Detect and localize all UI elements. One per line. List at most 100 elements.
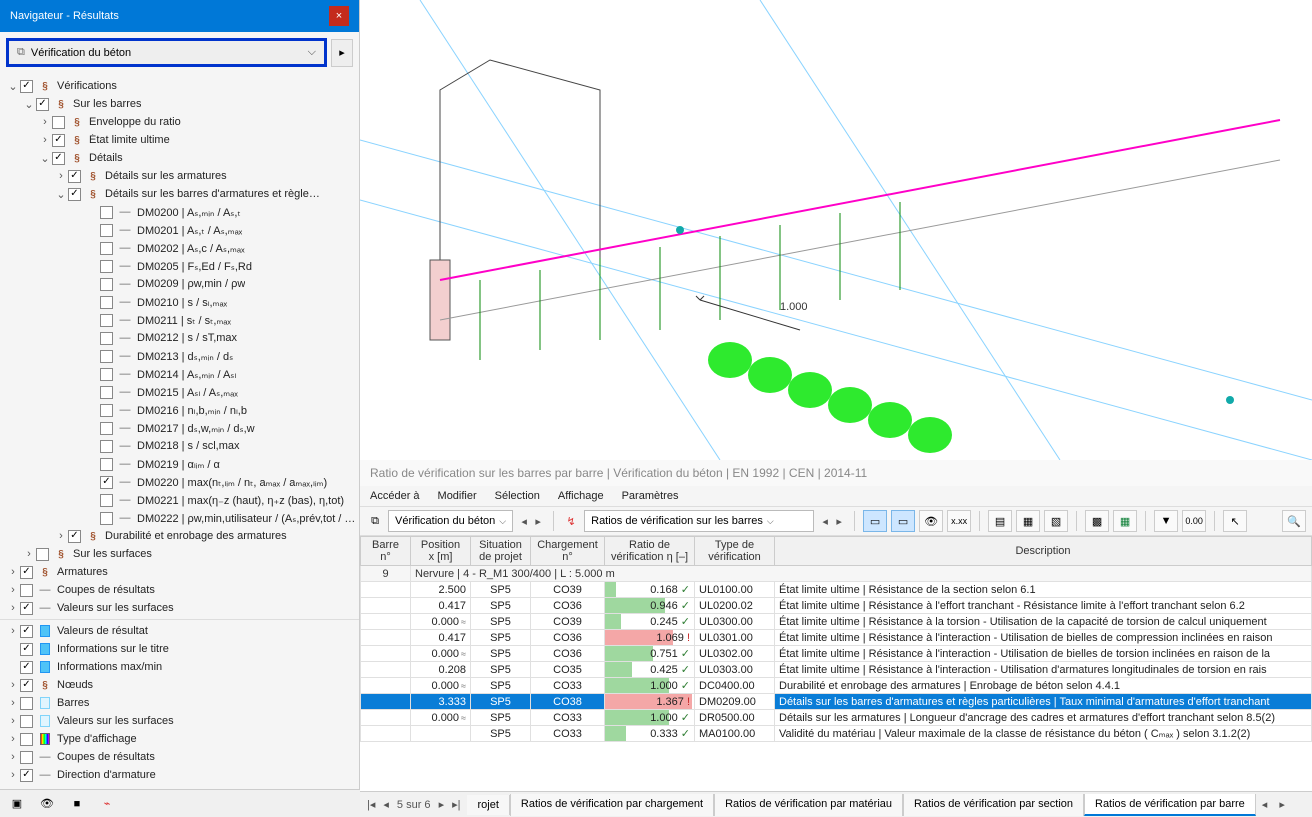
checkbox[interactable]: [100, 404, 113, 417]
checkbox[interactable]: [68, 170, 81, 183]
checkbox[interactable]: [100, 440, 113, 453]
tool-collapse-button[interactable]: ▦: [1016, 510, 1040, 532]
results-tab[interactable]: Ratios de vérification par matériau: [714, 794, 903, 816]
checkbox[interactable]: [100, 206, 113, 219]
checkbox[interactable]: [20, 715, 33, 728]
expand-icon[interactable]: ›: [6, 584, 20, 596]
checkbox[interactable]: [100, 458, 113, 471]
tree-item[interactable]: ⌄§Vérifications: [0, 77, 359, 95]
next-button[interactable]: ▸: [531, 510, 545, 532]
tree-item[interactable]: ›Barres: [0, 694, 359, 712]
tree-item[interactable]: ›§Durabilité et enrobage des armatures: [0, 527, 359, 545]
collapse-icon[interactable]: ⌄: [22, 98, 36, 111]
tree-item[interactable]: —DM0211 | sₜ / sₜ,ₘₐₓ: [0, 311, 359, 329]
expand-icon[interactable]: ›: [6, 697, 20, 709]
col-ratio[interactable]: Ratio de vérification η [–]: [605, 537, 695, 566]
menu-affichage[interactable]: Affichage: [558, 490, 604, 502]
checkbox[interactable]: [20, 566, 33, 579]
checkbox[interactable]: [52, 116, 65, 129]
collapse-icon[interactable]: ⌄: [6, 80, 20, 93]
col-position[interactable]: Position x [m]: [411, 537, 471, 566]
collapse-icon[interactable]: ⌄: [54, 188, 68, 201]
results-ratio-select[interactable]: Ratios de vérification sur les barres ⌵: [584, 510, 814, 532]
close-icon[interactable]: ×: [329, 6, 349, 26]
checkbox[interactable]: [20, 769, 33, 782]
checkbox[interactable]: [20, 643, 33, 656]
checkbox[interactable]: [100, 242, 113, 255]
checkbox[interactable]: [100, 278, 113, 291]
expand-icon[interactable]: ›: [6, 751, 20, 763]
tree-item[interactable]: —DM0221 | max(η₋z (haut), η₊z (bas), η,t…: [0, 491, 359, 509]
checkbox[interactable]: [20, 697, 33, 710]
model-viewport[interactable]: 1.000: [360, 0, 1312, 460]
tree-item[interactable]: ›—Coupes de résultats: [0, 581, 359, 599]
table-group-row[interactable]: 9Nervure | 4 - R_M1 300/400 | L : 5.000 …: [361, 566, 1312, 582]
tree-item[interactable]: ⌄§Détails sur les barres d'armatures et …: [0, 185, 359, 203]
expand-icon[interactable]: ›: [6, 625, 20, 637]
expand-icon[interactable]: ›: [6, 715, 20, 727]
tree-item[interactable]: —DM0217 | dₛ,w,ₘᵢₙ / dₛ,w: [0, 419, 359, 437]
tree-item[interactable]: —DM0220 | max(nₜ,ₗᵢₘ / nₜ, aₘₐₓ / aₘₐₓ,ₗ…: [0, 473, 359, 491]
first-page-button[interactable]: |◂: [364, 798, 378, 811]
checkbox[interactable]: [100, 296, 113, 309]
table-row[interactable]: 2.500SP5CO390.168 ✓UL0100.00État limite …: [361, 582, 1312, 598]
tree-item[interactable]: —DM0218 | s / scl,max: [0, 437, 359, 455]
tree-item[interactable]: ›§État limite ultime: [0, 131, 359, 149]
tree-item[interactable]: ⌄§Sur les barres: [0, 95, 359, 113]
expand-icon[interactable]: ›: [54, 170, 68, 182]
tree-item[interactable]: ›§Nœuds: [0, 676, 359, 694]
menu-accéder à[interactable]: Accéder à: [370, 490, 420, 502]
results-check-select[interactable]: Vérification du béton ⌵: [388, 510, 513, 532]
col-description[interactable]: Description: [775, 537, 1312, 566]
tree-item[interactable]: ›Valeurs de résultat: [0, 622, 359, 640]
tree-item[interactable]: ›—Direction d'armature: [0, 766, 359, 784]
tree-item[interactable]: —DM0209 | ρw,min / ρw: [0, 275, 359, 293]
collapse-icon[interactable]: ⌄: [38, 152, 52, 165]
table-row[interactable]: 0.417SP5CO361.069 !UL0301.00État limite …: [361, 630, 1312, 646]
checkbox[interactable]: [100, 260, 113, 273]
checkbox[interactable]: [100, 332, 113, 345]
tree-item[interactable]: Informations max/min: [0, 658, 359, 676]
tree-item[interactable]: —DM0214 | Aₛ,ₘᵢₙ / Aₛₗ: [0, 365, 359, 383]
table-row[interactable]: SP5CO330.333 ✓MA0100.00Validité du matér…: [361, 726, 1312, 742]
tool-excel-button[interactable]: ▦: [1113, 510, 1137, 532]
tabs-scroll-right[interactable]: ▸: [1273, 798, 1291, 811]
checkbox[interactable]: [100, 224, 113, 237]
checkbox[interactable]: [68, 530, 81, 543]
tree-item[interactable]: ›§Enveloppe du ratio: [0, 113, 359, 131]
col-chargement[interactable]: Chargement n°: [531, 537, 605, 566]
checkbox[interactable]: [20, 584, 33, 597]
tree-item[interactable]: ›§Détails sur les armatures: [0, 167, 359, 185]
expand-icon[interactable]: ›: [22, 548, 36, 560]
expand-icon[interactable]: ›: [6, 566, 20, 578]
navigator-next-button[interactable]: ▸: [331, 39, 353, 67]
tree-item[interactable]: ›—Valeurs sur les surfaces: [0, 599, 359, 617]
expand-icon[interactable]: ›: [6, 769, 20, 781]
expand-icon[interactable]: ›: [6, 733, 20, 745]
view-mode-button[interactable]: ▣: [6, 794, 28, 814]
navigator-type-select[interactable]: ⧉ Vérification du béton ⌵: [6, 38, 327, 67]
tool-format-button[interactable]: 0.00: [1182, 510, 1206, 532]
prev-button[interactable]: ◂: [818, 510, 832, 532]
checkbox[interactable]: [20, 751, 33, 764]
checkbox[interactable]: [100, 350, 113, 363]
results-tab[interactable]: Ratios de vérification par section: [903, 794, 1084, 816]
checkbox[interactable]: [20, 602, 33, 615]
checkbox[interactable]: [100, 512, 113, 525]
expand-icon[interactable]: ›: [6, 602, 20, 614]
eye-icon[interactable]: 👁: [36, 794, 58, 814]
checkbox[interactable]: [100, 314, 113, 327]
checkbox[interactable]: [100, 368, 113, 381]
tree-item[interactable]: Informations sur le titre: [0, 640, 359, 658]
last-page-button[interactable]: ▸|: [449, 798, 463, 811]
checkbox[interactable]: [20, 625, 33, 638]
prev-button[interactable]: ◂: [517, 510, 531, 532]
checkbox[interactable]: [100, 422, 113, 435]
prev-page-button[interactable]: ◂: [380, 798, 392, 811]
checkbox[interactable]: [20, 733, 33, 746]
tool-table-button[interactable]: ▤: [988, 510, 1012, 532]
tool-highlight-button[interactable]: ▭: [891, 510, 915, 532]
chart-icon[interactable]: ⌁: [96, 794, 118, 814]
tool-find-button[interactable]: 🔍: [1282, 510, 1306, 532]
menu-sélection[interactable]: Sélection: [495, 490, 540, 502]
